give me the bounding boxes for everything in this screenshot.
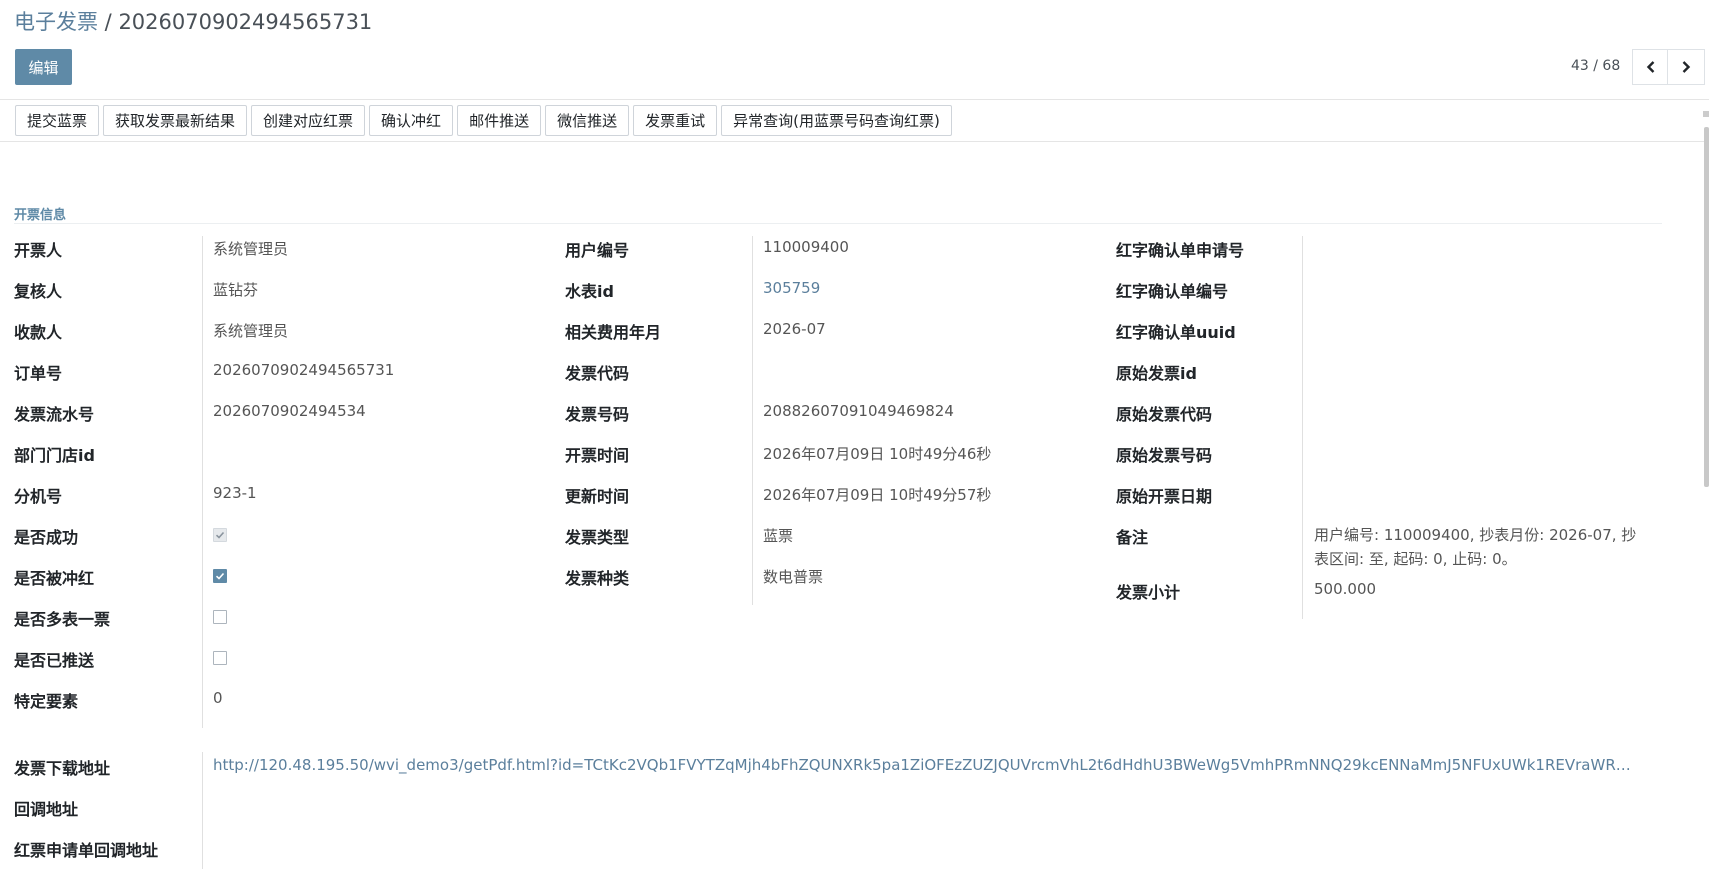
meter-id-link[interactable]: 305759 xyxy=(763,279,820,297)
chevron-right-icon xyxy=(1682,61,1691,73)
multi-meter-checkbox xyxy=(213,610,227,624)
special-element-label: 特定要素 xyxy=(14,692,79,711)
breadcrumb-root-link[interactable]: 电子发票 xyxy=(14,10,98,34)
serial-number-value: 2026070902494534 xyxy=(213,402,366,420)
invoice-number-value: 20882607091049469824 xyxy=(763,402,954,420)
check-icon xyxy=(215,531,225,539)
scrollbar-arrow[interactable] xyxy=(1703,111,1709,117)
original-invoice-code-label: 原始发票代码 xyxy=(1116,405,1213,424)
wechat-push-button[interactable]: 微信推送 xyxy=(545,105,630,136)
chevron-left-icon xyxy=(1646,61,1655,73)
action-bar-divider xyxy=(0,141,1709,142)
email-push-button[interactable]: 邮件推送 xyxy=(457,105,542,136)
fetch-latest-result-button[interactable]: 获取发票最新结果 xyxy=(103,105,248,136)
drawer-label: 开票人 xyxy=(14,241,63,260)
invoice-code-label: 发票代码 xyxy=(565,364,630,383)
special-element-value: 0 xyxy=(213,689,223,707)
is-success-label: 是否成功 xyxy=(14,528,79,547)
payee-value: 系统管理员 xyxy=(213,322,289,340)
user-number-label: 用户编号 xyxy=(565,241,630,260)
retry-invoice-button[interactable]: 发票重试 xyxy=(633,105,718,136)
update-time-value: 2026年07月09日 10时49分57秒 xyxy=(763,486,992,504)
download-url-link[interactable]: http://120.48.195.50/wvi_demo3/getPdf.ht… xyxy=(213,756,1633,774)
update-time-label: 更新时间 xyxy=(565,487,630,506)
reviewer-label: 复核人 xyxy=(14,282,63,301)
download-url-label: 发票下载地址 xyxy=(14,759,111,778)
remark-label: 备注 xyxy=(1116,528,1149,547)
invoice-type-label: 发票类型 xyxy=(565,528,630,547)
original-invoice-number-label: 原始发票号码 xyxy=(1116,446,1213,465)
exception-query-button[interactable]: 异常查询(用蓝票号码查询红票) xyxy=(721,105,952,136)
create-red-invoice-button[interactable]: 创建对应红票 xyxy=(251,105,366,136)
invoice-subtotal-value: 500.000 xyxy=(1314,580,1377,598)
red-confirm-uuid-label: 红字确认单uuid xyxy=(1116,323,1236,342)
invoice-type-value: 蓝票 xyxy=(763,527,794,545)
check-icon xyxy=(215,572,225,580)
pager-counter: 43 / 68 xyxy=(1571,58,1621,74)
order-number-value: 2026070902494565731 xyxy=(213,361,395,379)
serial-number-label: 发票流水号 xyxy=(14,405,95,424)
column-separator xyxy=(202,236,203,728)
is-reversed-checkbox xyxy=(213,569,227,583)
original-issue-date-label: 原始开票日期 xyxy=(1116,487,1213,506)
reviewer-value: 蓝钻芬 xyxy=(213,281,259,299)
original-invoice-id-label: 原始发票id xyxy=(1116,364,1197,383)
action-bar: 提交蓝票 获取发票最新结果 创建对应红票 确认冲红 邮件推送 微信推送 发票重试… xyxy=(15,105,952,136)
section-divider xyxy=(14,223,1662,224)
is-reversed-label: 是否被冲红 xyxy=(14,569,95,588)
breadcrumb-current: 2026070902494565731 xyxy=(118,10,373,34)
user-number-value: 110009400 xyxy=(763,238,849,256)
breadcrumb: 电子发票 / 2026070902494565731 xyxy=(14,6,372,36)
dept-store-id-label: 部门门店id xyxy=(14,446,95,465)
red-confirm-apply-no-label: 红字确认单申请号 xyxy=(1116,241,1245,260)
is-pushed-checkbox xyxy=(213,651,227,665)
meter-id-label: 水表id xyxy=(565,282,614,301)
submit-blue-invoice-button[interactable]: 提交蓝票 xyxy=(15,105,100,136)
payee-label: 收款人 xyxy=(14,323,63,342)
scrollbar-thumb[interactable] xyxy=(1704,127,1709,487)
pager-prev-button[interactable] xyxy=(1632,49,1670,85)
extension-label: 分机号 xyxy=(14,487,63,506)
drawer-value: 系统管理员 xyxy=(213,240,289,258)
extension-value: 923-1 xyxy=(213,484,257,502)
column-separator xyxy=(1302,236,1303,619)
red-confirm-no-label: 红字确认单编号 xyxy=(1116,282,1229,301)
red-callback-url-label: 红票申请单回调地址 xyxy=(14,841,159,860)
column-separator xyxy=(202,752,203,869)
is-success-checkbox xyxy=(213,528,227,542)
breadcrumb-separator: / xyxy=(98,10,119,34)
order-number-label: 订单号 xyxy=(14,364,63,383)
callback-url-label: 回调地址 xyxy=(14,800,79,819)
multi-meter-label: 是否多表一票 xyxy=(14,610,111,629)
invoice-number-label: 发票号码 xyxy=(565,405,630,424)
invoice-kind-label: 发票种类 xyxy=(565,569,630,588)
is-pushed-label: 是否已推送 xyxy=(14,651,95,670)
pager-next-button[interactable] xyxy=(1667,49,1705,85)
invoice-subtotal-label: 发票小计 xyxy=(1116,583,1181,602)
issue-time-value: 2026年07月09日 10时49分46秒 xyxy=(763,445,992,463)
invoice-kind-value: 数电普票 xyxy=(763,568,824,586)
edit-button[interactable]: 编辑 xyxy=(15,49,72,85)
fee-period-value: 2026-07 xyxy=(763,320,826,338)
fee-period-label: 相关费用年月 xyxy=(565,323,662,342)
section-title: 开票信息 xyxy=(14,208,67,223)
confirm-reversal-button[interactable]: 确认冲红 xyxy=(369,105,454,136)
issue-time-label: 开票时间 xyxy=(565,446,630,465)
remark-value: 用户编号: 110009400, 抄表月份: 2026-07, 抄表区间: 至,… xyxy=(1314,526,1637,568)
control-panel-divider xyxy=(0,99,1709,100)
column-separator xyxy=(752,236,753,605)
